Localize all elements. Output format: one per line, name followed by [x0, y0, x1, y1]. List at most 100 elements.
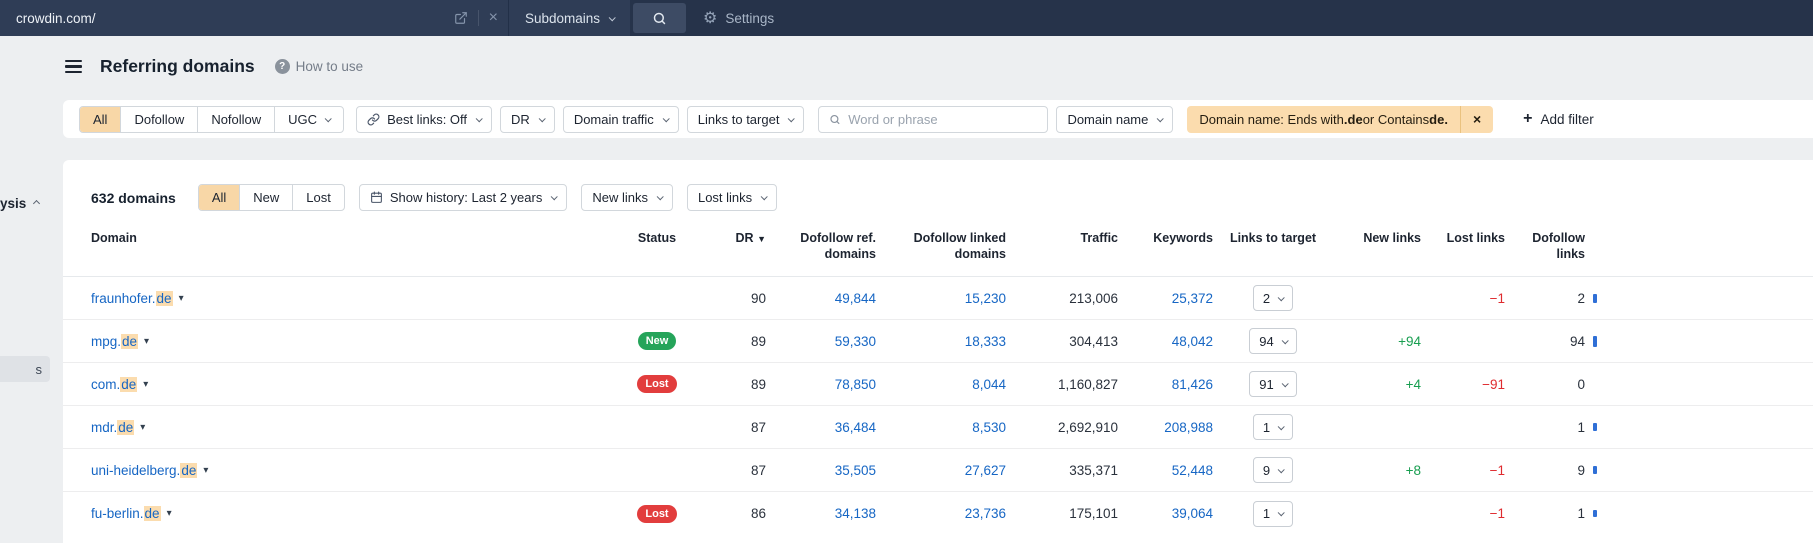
links-to-target-filter-dropdown[interactable]: Links to target: [686, 105, 805, 133]
dofollow-links-bar-cell: [1585, 492, 1615, 535]
target-url-input[interactable]: crowdin.com/: [0, 11, 444, 26]
dofollow-ref-domains-link[interactable]: 59,330: [766, 334, 876, 349]
domain-expand-icon[interactable]: ▾: [167, 508, 172, 519]
domain-link[interactable]: mdr.de: [91, 419, 135, 435]
chevron-down-icon: [1281, 336, 1289, 344]
dofollow-linked-domains-link[interactable]: 8,044: [876, 377, 1006, 392]
dofollow-ref-domains-link[interactable]: 78,850: [766, 377, 876, 392]
best-links-button[interactable]: Best links: Off: [356, 105, 493, 133]
links-to-target-select[interactable]: 91: [1249, 371, 1297, 397]
column-header-dofollow-linked[interactable]: Dofollow linked domains: [876, 231, 1006, 262]
dofollow-ref-domains-link[interactable]: 36,484: [766, 420, 876, 435]
filter-match-highlight: de: [180, 462, 198, 478]
dofollow-linked-domains-link[interactable]: 27,627: [876, 463, 1006, 478]
chevron-down-icon: [662, 114, 670, 122]
domain-link[interactable]: com.de: [91, 376, 138, 392]
column-header-status[interactable]: Status: [612, 231, 702, 247]
keywords-link[interactable]: 208,988: [1118, 420, 1213, 435]
dofollow-ref-domains-link[interactable]: 34,138: [766, 506, 876, 521]
links-to-target-cell: 91: [1213, 371, 1333, 397]
links-to-target-cell: 9: [1213, 457, 1333, 483]
domain-link[interactable]: fraunhofer.de: [91, 290, 173, 306]
settings-button[interactable]: ⚙ Settings: [703, 0, 774, 36]
chevron-down-icon: [551, 193, 559, 201]
domain-expand-icon[interactable]: ▾: [179, 293, 184, 304]
target-url-group: crowdin.com/ × Subdomains: [0, 0, 630, 36]
column-header-traffic[interactable]: Traffic: [1006, 231, 1118, 247]
column-header-domain[interactable]: Domain: [91, 231, 612, 247]
dofollow-linked-domains-link[interactable]: 23,736: [876, 506, 1006, 521]
search-submit-button[interactable]: [633, 3, 686, 33]
links-to-target-select[interactable]: 1: [1252, 500, 1294, 527]
lost-links-dropdown[interactable]: Lost links: [686, 184, 778, 211]
keywords-link[interactable]: 52,448: [1118, 463, 1213, 478]
chevron-up-icon: [33, 199, 41, 208]
dofollow-linked-domains-link[interactable]: 18,333: [876, 334, 1006, 349]
keywords-link[interactable]: 39,064: [1118, 506, 1213, 521]
how-to-use-label: How to use: [295, 59, 364, 75]
add-filter-button[interactable]: + Add filter: [1523, 110, 1594, 128]
column-header-lost-links[interactable]: Lost links: [1421, 231, 1505, 247]
domain-cell: com.de ▾: [91, 376, 612, 392]
dofollow-linked-domains-link[interactable]: 15,230: [876, 291, 1006, 306]
tab-all-links[interactable]: All: [80, 106, 122, 132]
keywords-link[interactable]: 48,042: [1118, 334, 1213, 349]
sidebar-section-fragment[interactable]: ysis: [0, 196, 41, 211]
menu-icon[interactable]: [63, 56, 84, 77]
dr-cell: 86: [750, 506, 766, 521]
chevron-down-icon: [1277, 465, 1285, 473]
column-header-new-links[interactable]: New links: [1333, 231, 1421, 247]
dofollow-ref-domains-link[interactable]: 49,844: [766, 291, 876, 306]
chevron-down-icon: [1277, 422, 1285, 430]
dofollow-ref-domains-link[interactable]: 35,505: [766, 463, 876, 478]
table-row: fu-berlin.de ▾ Lost 86 34,138 23,736 175…: [63, 492, 1813, 535]
links-to-target-select[interactable]: 2: [1252, 285, 1294, 311]
domain-traffic-filter-dropdown[interactable]: Domain traffic: [562, 105, 679, 133]
links-to-target-select[interactable]: 94: [1249, 328, 1297, 354]
remove-filter-icon[interactable]: ×: [1459, 105, 1493, 133]
tab-ugc[interactable]: UGC: [275, 107, 343, 132]
open-external-icon[interactable]: [444, 11, 478, 25]
page-title: Referring domains: [100, 56, 255, 77]
column-header-dr[interactable]: DR ▼: [702, 231, 766, 247]
links-to-target-select[interactable]: 1: [1252, 414, 1294, 440]
sort-desc-icon: ▼: [757, 234, 766, 244]
domain-expand-icon[interactable]: ▾: [203, 465, 208, 476]
domain-expand-icon[interactable]: ▾: [143, 379, 148, 390]
chevron-down-icon: [1277, 293, 1285, 301]
status-badge: New: [637, 332, 677, 350]
chevron-down-icon: [1281, 379, 1289, 387]
new-links-dropdown[interactable]: New links: [581, 184, 673, 211]
word-search-input[interactable]: [848, 111, 1038, 127]
column-header-keywords[interactable]: Keywords: [1118, 231, 1213, 247]
domain-link[interactable]: uni-heidelberg.de: [91, 462, 198, 478]
target-mode-dropdown[interactable]: Subdomains: [507, 0, 630, 36]
gear-icon: ⚙: [703, 10, 718, 27]
clear-url-icon[interactable]: ×: [479, 9, 508, 27]
tab-nofollow[interactable]: Nofollow: [198, 106, 276, 132]
how-to-use-link[interactable]: ? How to use: [274, 59, 364, 75]
links-to-target-select[interactable]: 9: [1252, 457, 1294, 483]
tab-status-new[interactable]: New: [240, 185, 294, 210]
target-mode-label: Subdomains: [524, 10, 600, 26]
dofollow-linked-domains-link[interactable]: 8,530: [876, 420, 1006, 435]
tab-status-lost[interactable]: Lost: [293, 185, 344, 210]
domain-expand-icon[interactable]: ▾: [140, 422, 145, 433]
keywords-link[interactable]: 25,372: [1118, 291, 1213, 306]
tab-status-all[interactable]: All: [198, 185, 241, 210]
column-header-dofollow-links[interactable]: Dofollow links: [1505, 231, 1585, 262]
show-history-dropdown[interactable]: Show history: Last 2 years: [358, 184, 568, 211]
keywords-link[interactable]: 81,426: [1118, 377, 1213, 392]
dofollow-links-bar-cell: [1585, 363, 1615, 405]
sidebar-item-fragment[interactable]: s: [0, 356, 50, 382]
domain-link[interactable]: mpg.de: [91, 333, 139, 349]
column-header-links-to-target[interactable]: Links to target: [1213, 231, 1333, 247]
column-header-dofollow-ref[interactable]: Dofollow ref. domains: [766, 231, 876, 262]
calendar-icon: [370, 191, 382, 203]
tab-dofollow[interactable]: Dofollow: [121, 106, 199, 132]
dr-filter-dropdown[interactable]: DR: [500, 105, 555, 133]
domain-expand-icon[interactable]: ▾: [144, 336, 149, 347]
active-filter-text: Domain name: Ends with .de or Contains d…: [1199, 111, 1448, 127]
domain-name-filter-dropdown[interactable]: Domain name: [1056, 105, 1174, 133]
domain-link[interactable]: fu-berlin.de: [91, 506, 161, 521]
